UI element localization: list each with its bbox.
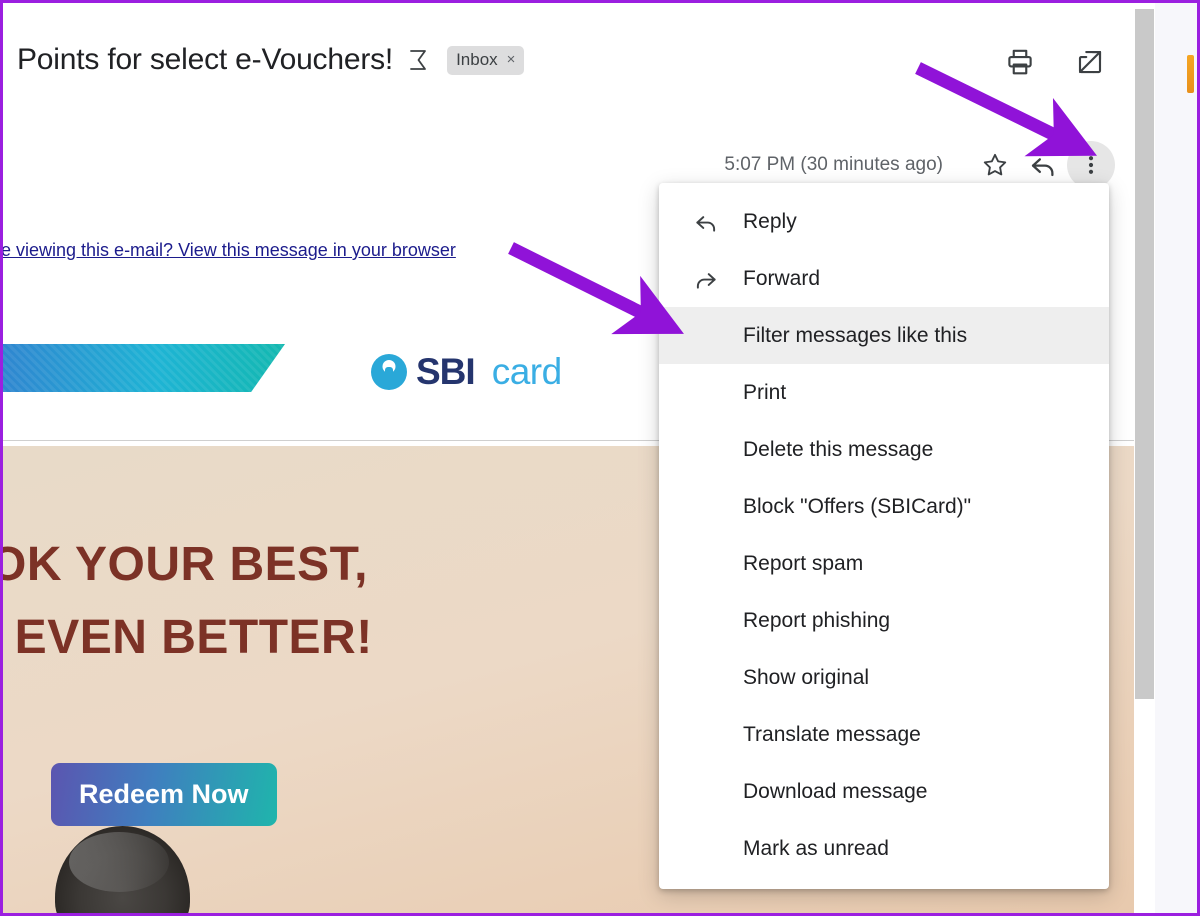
gmail-message-screenshot: Points for select e-Vouchers! Inbox × 5:… — [0, 0, 1200, 916]
partial-orange-element — [1187, 55, 1194, 93]
menu-item-label: Mark as unread — [743, 837, 889, 860]
menu-item-label: Delete this message — [743, 438, 934, 461]
label-chip-inbox[interactable]: Inbox × — [447, 45, 525, 75]
menu-item-delete-this-message[interactable]: Delete this message — [659, 421, 1109, 478]
model-photo — [55, 826, 190, 913]
header-actions — [1005, 47, 1105, 77]
menu-item-label: Report spam — [743, 552, 864, 575]
redeem-now-button[interactable]: Redeem Now — [51, 763, 277, 826]
more-vert-icon[interactable] — [1067, 141, 1115, 189]
close-icon[interactable]: × — [507, 52, 516, 67]
sbi-card-logo: SBI card — [371, 351, 562, 393]
promo-headline-line1: OK YOUR BEST, — [3, 538, 369, 591]
reply-icon — [691, 209, 721, 235]
star-icon[interactable] — [971, 141, 1019, 189]
view-in-browser-link[interactable]: le viewing this e-mail? View this messag… — [3, 240, 456, 261]
menu-item-forward[interactable]: Forward — [659, 250, 1109, 307]
menu-item-filter-messages-like-this[interactable]: Filter messages like this — [659, 307, 1109, 364]
menu-item-label: Print — [743, 381, 787, 404]
open-in-new-window-icon[interactable] — [1075, 47, 1105, 77]
menu-item-label: Filter messages like this — [743, 324, 968, 347]
more-options-menu: Reply Forward Filter messages like this Pri… — [659, 183, 1109, 889]
menu-item-print[interactable]: Print — [659, 364, 1109, 421]
menu-item-report-spam[interactable]: Report spam — [659, 535, 1109, 592]
menu-item-block-offers-sbicard[interactable]: Block "Offers (SBICard)" — [659, 478, 1109, 535]
subject-row: Points for select e-Vouchers! Inbox × — [17, 43, 525, 77]
menu-item-label: Block "Offers (SBICard)" — [743, 495, 972, 518]
outer-background-strip — [1155, 3, 1197, 913]
menu-item-report-phishing[interactable]: Report phishing — [659, 592, 1109, 649]
menu-item-show-original[interactable]: Show original — [659, 649, 1109, 706]
menu-item-download-message[interactable]: Download message — [659, 763, 1109, 820]
label-chip-text: Inbox — [456, 49, 498, 69]
menu-item-mark-as-unread[interactable]: Mark as unread — [659, 820, 1109, 877]
sbi-emblem-icon — [371, 354, 407, 390]
sigma-icon — [407, 47, 431, 73]
brand-word-primary: SBI — [416, 351, 476, 392]
forward-icon — [691, 266, 721, 292]
menu-item-label: Report phishing — [743, 609, 891, 632]
scrollbar-thumb[interactable] — [1135, 9, 1154, 699]
print-icon[interactable] — [1005, 47, 1035, 77]
menu-item-label: Show original — [743, 666, 870, 689]
banner-blue-shape — [3, 344, 285, 392]
menu-item-label: Translate message — [743, 723, 921, 746]
menu-item-label: Forward — [743, 267, 821, 290]
message-timestamp: 5:07 PM (30 minutes ago) — [724, 154, 943, 175]
reply-icon[interactable] — [1019, 141, 1067, 189]
menu-item-translate-message[interactable]: Translate message — [659, 706, 1109, 763]
menu-item-reply[interactable]: Reply — [659, 193, 1109, 250]
menu-item-label: Download message — [743, 780, 928, 803]
page-title: Points for select e-Vouchers! — [17, 43, 394, 76]
message-meta-row: 5:07 PM (30 minutes ago) — [724, 141, 1115, 189]
promo-headline-line2: . EVEN BETTER! — [3, 611, 373, 664]
menu-item-label: Reply — [743, 210, 797, 233]
brand-word-secondary: card — [491, 351, 562, 392]
